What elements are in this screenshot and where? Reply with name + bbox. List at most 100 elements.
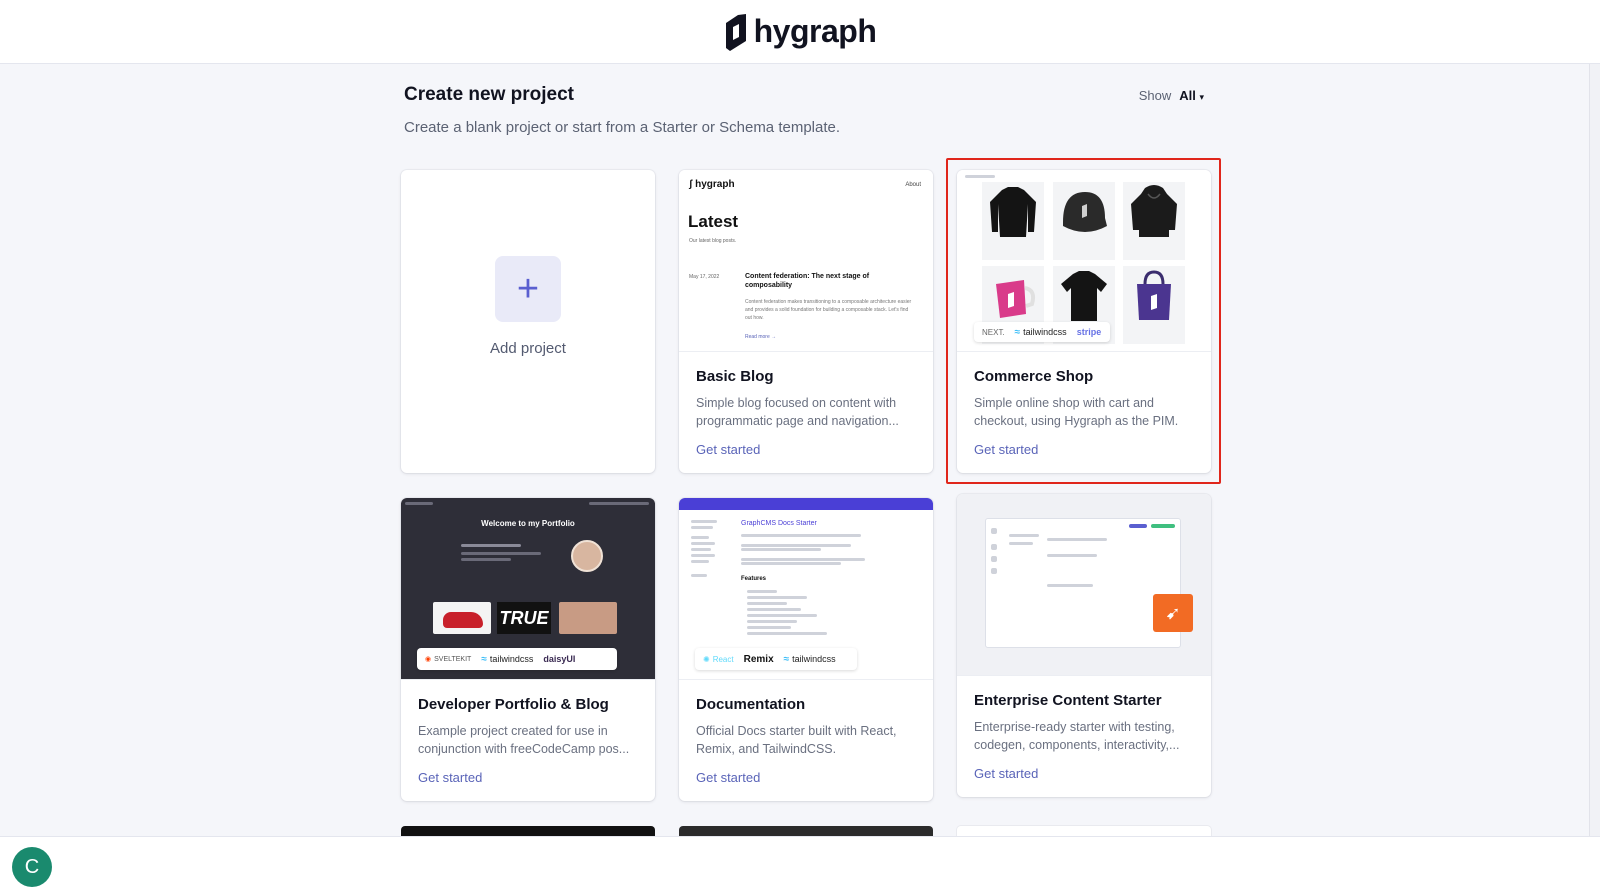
blog-thumb-nav: About (905, 182, 921, 188)
longsleeve-shirt-icon (990, 187, 1036, 237)
get-started-link[interactable]: Get started (696, 770, 760, 785)
cap-icon (1063, 192, 1107, 232)
thumb-sidebar-line (991, 528, 997, 534)
tech-nextjs: NEXT. (982, 327, 1005, 337)
tech-daisyui: daisyUI (543, 654, 576, 664)
tshirt-icon (1061, 271, 1107, 321)
tech-remix: Remix (743, 653, 774, 665)
thumb-sidebar-line (691, 542, 715, 545)
hygraph-logo-icon (725, 13, 746, 51)
portfolio-thumbnail: Welcome to my Portfolio TRUE ◉ SVELTEKIT … (401, 498, 655, 680)
thumb-sidebar-line (691, 520, 717, 523)
thumb-sidebar-line (691, 526, 713, 529)
show-filter-label: Show (1138, 88, 1172, 103)
template-card-partial[interactable] (679, 826, 933, 836)
show-filter: Show All ▾ (1139, 88, 1204, 103)
get-started-link[interactable]: Get started (418, 770, 482, 785)
rocket-icon: ➹ (1153, 594, 1193, 632)
thumb-text-line (1047, 538, 1107, 541)
get-started-link[interactable]: Get started (974, 442, 1038, 457)
react-icon: ✺ (703, 654, 710, 664)
card-title: Documentation (696, 696, 806, 713)
thumb-text-line (741, 558, 865, 561)
card-title: Commerce Shop (974, 368, 1094, 385)
template-card-developer-portfolio[interactable]: Welcome to my Portfolio TRUE ◉ SVELTEKIT … (401, 498, 655, 801)
product-tile-cap (1053, 182, 1115, 260)
show-filter-dropdown[interactable]: All ▾ (1179, 88, 1204, 103)
docs-thumb-topbar (679, 498, 933, 510)
caret-down-icon: ▾ (1199, 92, 1204, 102)
hoodie-icon (1131, 185, 1177, 237)
thumb-sidebar-line (991, 556, 997, 562)
thumb-list-line (747, 632, 827, 635)
portfolio-image-true: TRUE (497, 602, 551, 634)
product-tile-longsleeve (982, 182, 1044, 260)
tote-bag-icon (1137, 270, 1171, 320)
thumb-list-line (747, 590, 777, 593)
tech-stripe: stripe (1076, 327, 1102, 337)
blog-thumb-read-more: Read more → (745, 334, 777, 340)
tech-tailwindcss: ≈ tailwindcss (783, 653, 836, 665)
template-card-documentation[interactable]: GraphCMS Docs Starter Features ✺ React Re… (679, 498, 933, 801)
get-started-link[interactable]: Get started (696, 442, 760, 457)
thumb-list-line (747, 620, 797, 623)
card-description: Simple blog focused on content with prog… (696, 396, 899, 428)
thumb-sidebar-line (691, 560, 709, 563)
user-avatar[interactable]: C (12, 847, 52, 887)
blog-thumb-post-title: Content federation: The next stage of co… (745, 273, 870, 289)
docs-thumb-heading: GraphCMS Docs Starter (741, 520, 817, 527)
template-card-basic-blog[interactable]: ʃ hygraph About Latest Our latest blog p… (679, 170, 933, 473)
tailwind-icon: ≈ (481, 653, 487, 665)
tech-sveltekit: ◉ SVELTEKIT (425, 655, 472, 664)
thumb-sidebar-line (691, 548, 711, 551)
docs-tech-strip: ✺ React Remix ≈ tailwindcss (695, 648, 857, 670)
thumb-text-line (461, 558, 511, 561)
template-card-commerce-shop[interactable]: NEXT. ≈ tailwindcss stripe Commerce Shop … (957, 170, 1211, 473)
thumb-sidebar-line (991, 544, 997, 550)
portfolio-thumb-heading: Welcome to my Portfolio (481, 519, 575, 528)
thumb-text-line (1047, 584, 1093, 587)
thumb-text-line (461, 552, 541, 555)
template-card-partial[interactable] (401, 826, 655, 836)
get-started-link[interactable]: Get started (974, 766, 1038, 781)
tailwind-icon: ≈ (1014, 326, 1021, 338)
page-header: Create new project Create a blank projec… (404, 84, 1204, 136)
thumb-text-line (461, 544, 521, 547)
bottom-bar: C (0, 836, 1600, 889)
plus-icon[interactable]: + (495, 256, 561, 322)
card-description: Simple online shop with cart and checkou… (974, 396, 1179, 428)
thumb-list-line (747, 596, 807, 599)
template-card-partial[interactable] (957, 826, 1211, 836)
product-tile-hoodie (1123, 182, 1185, 260)
page-subtitle: Create a blank project or start from a S… (404, 119, 841, 136)
card-description: Official Docs starter built with React, … (696, 724, 897, 756)
docs-thumb-section: Features (741, 576, 767, 582)
hygraph-logo[interactable]: hygraph (724, 13, 877, 51)
show-filter-value: All (1179, 88, 1196, 103)
commerce-tech-strip: NEXT. ≈ tailwindcss stripe (974, 322, 1110, 342)
card-body: Developer Portfolio & Blog Example proje… (401, 680, 655, 787)
page-scrollbar[interactable] (1589, 64, 1600, 836)
add-project-card[interactable]: + Add project (401, 170, 655, 473)
thumb-nav-line (589, 502, 649, 505)
thumb-sidebar-line (691, 554, 715, 557)
hygraph-wordmark: hygraph (753, 13, 877, 49)
card-title: Enterprise Content Starter (974, 692, 1162, 709)
card-title: Developer Portfolio & Blog (418, 696, 609, 713)
mug-icon (996, 280, 1036, 318)
card-description: Example project created for use in conju… (418, 724, 630, 756)
thumb-text-line (1009, 534, 1039, 537)
tech-react: ✺ React (703, 654, 734, 664)
portfolio-avatar (571, 540, 603, 572)
thumb-text-line (741, 534, 861, 537)
basic-blog-thumbnail: ʃ hygraph About Latest Our latest blog p… (679, 170, 933, 352)
card-body: Enterprise Content Starter Enterprise-re… (957, 676, 1211, 783)
thumb-sidebar-line (991, 568, 997, 574)
enterprise-thumbnail: ➹ (957, 494, 1211, 676)
template-card-enterprise-content[interactable]: ➹ Enterprise Content Starter Enterprise-… (957, 494, 1211, 797)
documentation-thumbnail: GraphCMS Docs Starter Features ✺ React Re… (679, 498, 933, 680)
enterprise-thumb-button (1129, 524, 1147, 528)
portfolio-tech-strip: ◉ SVELTEKIT ≈ tailwindcss daisyUI (417, 648, 617, 670)
blog-thumb-post-excerpt: Content federation makes transitioning t… (745, 299, 912, 321)
add-project-label: Add project (490, 340, 566, 357)
